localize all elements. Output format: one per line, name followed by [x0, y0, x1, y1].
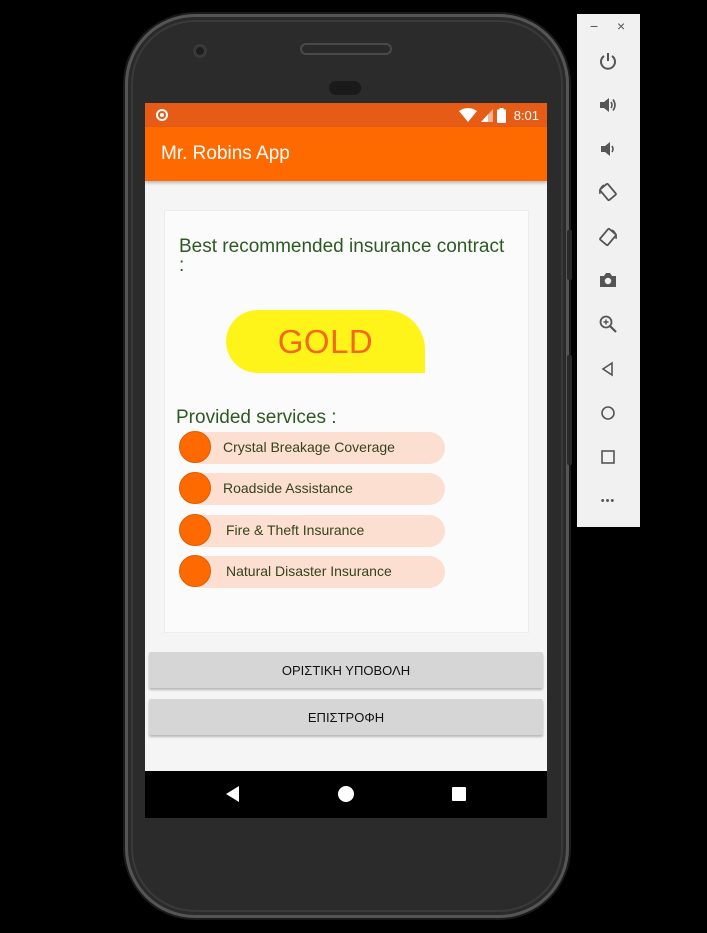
phone-volume-key — [567, 355, 572, 465]
service-label: Fire & Theft Insurance — [226, 522, 365, 538]
recommendation-card: Best recommended insurance contract : GO… — [164, 210, 529, 633]
status-time: 8:01 — [513, 107, 539, 123]
front-camera — [193, 44, 207, 58]
close-button[interactable]: × — [617, 18, 625, 34]
service-item-natural-disaster: Natural Disaster Insurance — [179, 555, 445, 589]
device-screen: 8:01 Mr. Robins App Best recommended ins… — [145, 103, 547, 818]
nav-home-icon[interactable] — [338, 786, 354, 802]
plan-badge: GOLD — [226, 310, 425, 373]
notification-icon — [156, 109, 168, 121]
power-icon[interactable] — [592, 45, 624, 77]
status-bar: 8:01 — [145, 103, 547, 127]
service-bullet-icon — [179, 555, 211, 587]
status-icons: 8:01 — [458, 106, 539, 124]
rotate-left-icon[interactable] — [592, 176, 624, 208]
nav-recents-icon[interactable] — [452, 787, 466, 801]
emulator-toolbar: − × ••• — [577, 14, 640, 527]
back-button[interactable]: ΕΠΙΣΤΡΟΦΗ — [149, 699, 543, 735]
minimize-button[interactable]: − — [590, 18, 598, 34]
service-label: Natural Disaster Insurance — [226, 563, 392, 579]
signal-icon — [480, 108, 493, 122]
service-label: Roadside Assistance — [223, 480, 353, 496]
back-icon[interactable] — [592, 353, 624, 385]
rotate-right-icon[interactable] — [592, 221, 624, 253]
navigation-bar — [145, 771, 547, 818]
services-title: Provided services : — [176, 407, 337, 428]
battery-icon — [496, 107, 506, 123]
wifi-icon — [458, 108, 477, 122]
service-bullet-icon — [179, 472, 211, 504]
service-bullet-icon — [179, 514, 211, 546]
more-icon[interactable]: ••• — [592, 485, 624, 517]
volume-down-icon[interactable] — [592, 133, 624, 165]
earpiece-speaker — [300, 43, 392, 55]
app-bar: Mr. Robins App — [145, 127, 547, 181]
service-bullet-icon — [179, 431, 211, 463]
nav-back-icon[interactable] — [226, 786, 239, 802]
overview-icon[interactable] — [592, 441, 624, 473]
proximity-sensor — [329, 81, 361, 95]
service-item-fire-theft: Fire & Theft Insurance — [179, 514, 445, 548]
service-label: Crystal Breakage Coverage — [223, 439, 395, 455]
plan-name: GOLD — [277, 322, 374, 360]
volume-up-icon[interactable] — [592, 89, 624, 121]
service-item-roadside-assistance: Roadside Assistance — [179, 472, 445, 506]
phone-power-key — [567, 230, 572, 280]
service-item-crystal-breakage: Crystal Breakage Coverage — [179, 431, 445, 465]
submit-button[interactable]: ΟΡΙΣΤΙΚΗ ΥΠΟΒΟΛΗ — [149, 652, 543, 688]
recommendation-heading: Best recommended insurance contract : — [179, 236, 505, 276]
camera-icon[interactable] — [592, 264, 624, 296]
zoom-icon[interactable] — [592, 308, 624, 340]
app-title: Mr. Robins App — [161, 143, 290, 164]
home-icon[interactable] — [592, 397, 624, 429]
